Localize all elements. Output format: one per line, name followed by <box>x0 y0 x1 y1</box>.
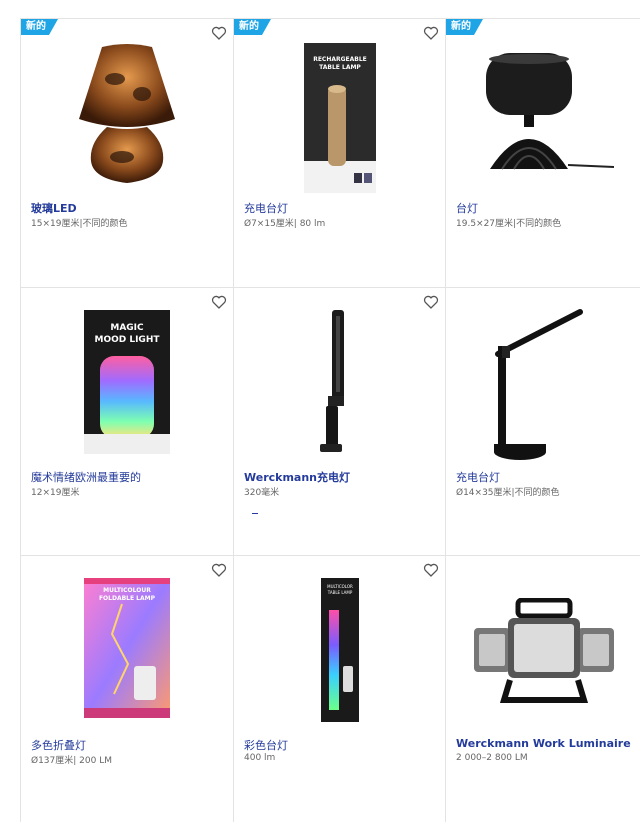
product-subtitle: 320毫米 <box>244 488 280 498</box>
product-card[interactable]: RECHARGEABLE TABLE LAMP 新的 充电台灯 Ø7×15厘米|… <box>233 18 445 287</box>
product-card[interactable]: Werckmann充电灯 320毫米 <box>233 287 445 555</box>
product-image[interactable]: MULTICOLOUR FOLDABLE LAMP <box>21 556 233 736</box>
product-image[interactable]: MAGIC MOOD LIGHT <box>21 288 233 468</box>
product-card[interactable]: 充电台灯 Ø14×35厘米|不同的颜色 <box>445 287 640 555</box>
product-subtitle: 12×19厘米 <box>31 488 80 498</box>
product-card[interactable]: 新的 台灯 19.5×27厘米|不同的颜色 <box>445 18 640 287</box>
product-card[interactable]: MULTICOLOR TABLE LAMP 彩色台灯 400 lm <box>233 555 445 822</box>
box-label-line-2: TABLE LAMP <box>319 64 361 71</box>
box-label-line-1: MULTICOLOUR <box>103 587 151 594</box>
heart-icon[interactable] <box>211 294 227 310</box>
product-subtitle: 15×19厘米|不同的颜色 <box>31 219 128 229</box>
product-grid: 新的 玻璃LED 15×19厘米|不同的颜色 RECHARGEABLE TABL… <box>0 0 640 822</box>
product-subtitle: 400 lm <box>244 753 276 763</box>
product-image[interactable] <box>446 19 640 199</box>
product-subtitle: Ø137厘米| 200 LM <box>31 756 112 766</box>
box-label-line-1: RECHARGEABLE <box>313 56 367 63</box>
box-label-line-1: MAGIC <box>110 323 144 333</box>
product-title[interactable]: 彩色台灯 <box>244 737 288 753</box>
product-subtitle: 2 000–2 800 LM <box>456 753 528 763</box>
box-label-line-2: MOOD LIGHT <box>94 335 160 345</box>
product-title[interactable]: 多色折叠灯 <box>31 737 86 753</box>
box-label-line-2: TABLE LAMP <box>326 590 352 595</box>
product-image[interactable] <box>234 288 445 468</box>
product-subtitle: Ø14×35厘米|不同的颜色 <box>456 488 560 498</box>
product-title[interactable]: Werckmann Work Luminaire <box>456 737 631 750</box>
product-image[interactable]: MULTICOLOR TABLE LAMP <box>234 556 445 736</box>
heart-icon[interactable] <box>211 25 227 41</box>
product-title[interactable]: 台灯 <box>456 200 478 216</box>
product-image[interactable] <box>21 19 233 199</box>
box-label-line-2: FOLDABLE LAMP <box>99 595 156 602</box>
product-title[interactable]: 充电台灯 <box>456 469 500 485</box>
product-subtitle: 19.5×27厘米|不同的颜色 <box>456 219 562 229</box>
product-image[interactable] <box>446 556 640 736</box>
product-image[interactable]: RECHARGEABLE TABLE LAMP <box>234 19 445 199</box>
product-card[interactable]: 新的 玻璃LED 15×19厘米|不同的颜色 <box>20 18 233 287</box>
heart-icon[interactable] <box>423 562 439 578</box>
product-card[interactable]: MAGIC MOOD LIGHT 魔术情绪欧洲最重要的 12×19厘米 <box>20 287 233 555</box>
product-title[interactable]: Werckmann充电灯 <box>244 469 350 485</box>
box-label-line-1: MULTICOLOR <box>327 584 353 589</box>
product-image[interactable] <box>446 288 640 468</box>
product-title[interactable]: 充电台灯 <box>244 200 288 216</box>
product-title[interactable]: 玻璃LED <box>31 200 77 216</box>
heart-icon[interactable] <box>423 294 439 310</box>
loading-indicator <box>252 513 258 514</box>
product-title[interactable]: 魔术情绪欧洲最重要的 <box>31 469 141 485</box>
product-card[interactable]: MULTICOLOUR FOLDABLE LAMP 多色折叠灯 Ø137厘米| … <box>20 555 233 822</box>
heart-icon[interactable] <box>423 25 439 41</box>
product-card[interactable]: Werckmann Work Luminaire 2 000–2 800 LM <box>445 555 640 822</box>
product-subtitle: Ø7×15厘米| 80 lm <box>244 219 326 229</box>
heart-icon[interactable] <box>211 562 227 578</box>
